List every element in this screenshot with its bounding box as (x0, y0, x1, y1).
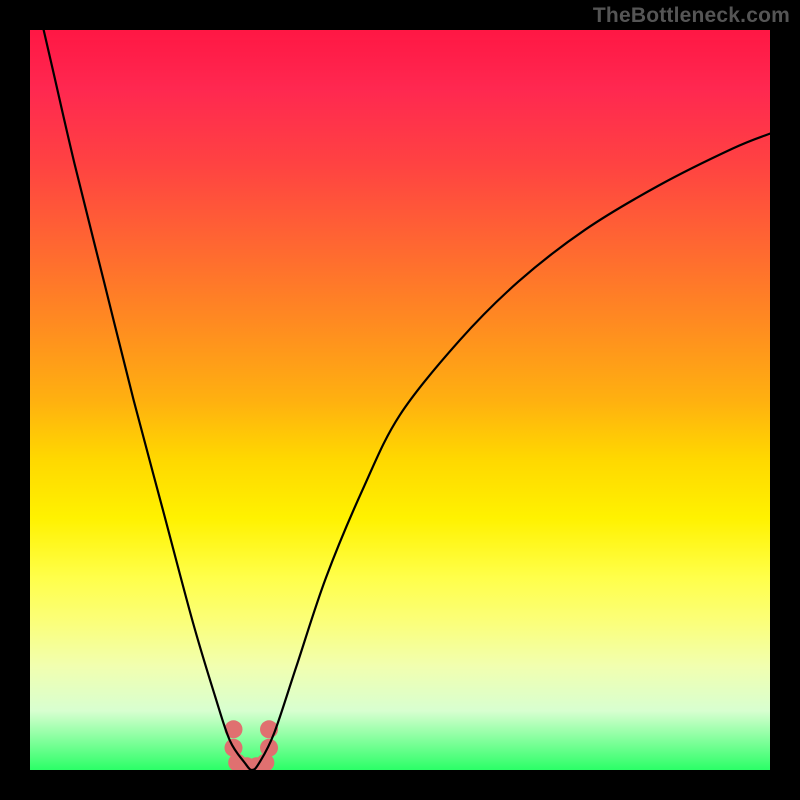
trough-marker (260, 739, 278, 757)
bottleneck-curve (30, 30, 770, 770)
plot-area (30, 30, 770, 770)
curve-layer (30, 30, 770, 770)
watermark-text: TheBottleneck.com (593, 4, 790, 28)
chart-container: TheBottleneck.com (0, 0, 800, 800)
